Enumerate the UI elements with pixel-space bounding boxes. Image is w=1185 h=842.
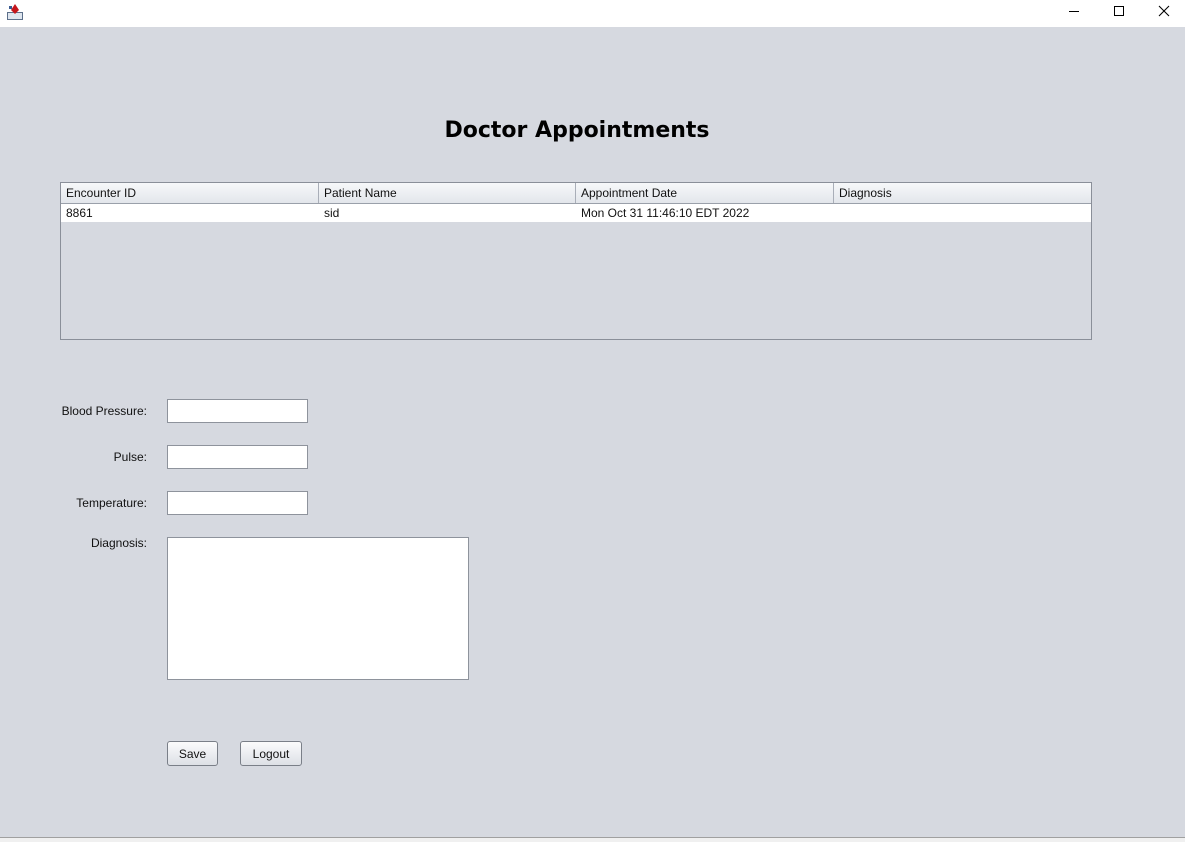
table-row[interactable]: 8861 sid Mon Oct 31 11:46:10 EDT 2022 xyxy=(61,204,1091,222)
temperature-label: Temperature: xyxy=(76,496,147,510)
column-header-diagnosis[interactable]: Diagnosis xyxy=(834,183,1091,203)
appointments-table[interactable]: Encounter ID Patient Name Appointment Da… xyxy=(60,182,1092,340)
window-titlebar xyxy=(0,0,1185,27)
cell-patient-name: sid xyxy=(324,206,340,220)
maximize-button[interactable] xyxy=(1096,0,1141,24)
page-title: Doctor Appointments xyxy=(444,118,710,143)
cell-diagnosis xyxy=(834,204,1091,222)
table-header: Encounter ID Patient Name Appointment Da… xyxy=(61,183,1091,204)
column-header-appointment-date[interactable]: Appointment Date xyxy=(576,183,834,203)
main-panel: Doctor Appointments Encounter ID Patient… xyxy=(0,27,1185,837)
temperature-field[interactable] xyxy=(167,491,308,515)
blood-pressure-label: Blood Pressure: xyxy=(61,404,147,418)
pulse-field[interactable] xyxy=(167,445,308,469)
close-button[interactable] xyxy=(1141,0,1185,24)
column-header-patient-name[interactable]: Patient Name xyxy=(319,183,576,203)
maximize-icon xyxy=(1113,5,1125,20)
close-icon xyxy=(1158,5,1170,20)
logout-button[interactable]: Logout xyxy=(240,741,302,766)
diagnosis-textarea[interactable] xyxy=(167,537,469,680)
cell-appointment-date: Mon Oct 31 11:46:10 EDT 2022 xyxy=(581,206,750,220)
column-header-encounter-id[interactable]: Encounter ID xyxy=(61,183,319,203)
java-app-icon xyxy=(6,3,24,21)
cell-encounter-id: 8861 xyxy=(66,206,93,220)
diagnosis-label: Diagnosis: xyxy=(90,536,147,550)
minimize-icon xyxy=(1068,5,1080,20)
blood-pressure-field[interactable] xyxy=(167,399,308,423)
minimize-button[interactable] xyxy=(1051,0,1096,24)
window-bottom-border xyxy=(0,837,1185,842)
pulse-label: Pulse: xyxy=(113,450,147,464)
save-button[interactable]: Save xyxy=(167,741,218,766)
